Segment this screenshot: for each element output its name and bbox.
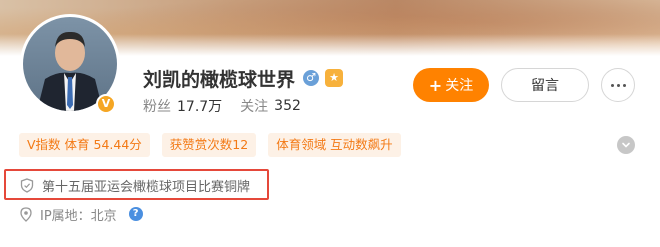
level-badge-icon[interactable]: ★ bbox=[325, 69, 344, 87]
help-icon[interactable]: ? bbox=[128, 207, 143, 221]
location-pin-icon bbox=[20, 206, 32, 222]
honor-text: 第十五届亚运会橄榄球项目比赛铜牌 bbox=[42, 179, 251, 195]
more-dot-icon bbox=[610, 83, 614, 87]
message-button[interactable]: 留言 bbox=[501, 68, 589, 102]
verified-badge-icon: V bbox=[96, 94, 116, 114]
message-button-label: 留言 bbox=[531, 78, 559, 94]
following-label[interactable]: 关注 bbox=[240, 96, 268, 116]
tag-v-index[interactable]: V指数 体育 54.44分 bbox=[19, 133, 150, 157]
tag-tips-count[interactable]: 获赞赏次数12 bbox=[161, 133, 257, 157]
more-options-button[interactable] bbox=[601, 68, 635, 102]
follow-button-label: 关注 bbox=[445, 78, 474, 94]
more-dot-icon bbox=[622, 83, 626, 87]
shield-icon bbox=[20, 177, 34, 193]
ip-location-text: IP属地：北京 bbox=[40, 208, 117, 224]
honor-row: 第十五届亚运会橄榄球项目比赛铜牌 bbox=[20, 176, 251, 195]
male-icon: ♂ bbox=[303, 70, 320, 86]
following-count[interactable]: 352 bbox=[274, 98, 301, 114]
fans-count[interactable]: 17.7万 bbox=[177, 96, 222, 116]
follow-button[interactable]: + 关注 bbox=[413, 68, 489, 102]
ip-location-row: IP属地：北京 ? bbox=[20, 205, 143, 224]
profile-name: 刘凯的橄榄球世界 bbox=[143, 69, 296, 91]
fans-label[interactable]: 粉丝 bbox=[143, 96, 171, 116]
profile-tags: V指数 体育 54.44分 获赞赏次数12 体育领域 互动数飙升 bbox=[19, 133, 401, 157]
profile-stats: 粉丝 17.7万 关注 352 bbox=[143, 96, 301, 116]
more-dot-icon bbox=[616, 83, 620, 87]
tag-domain-trend[interactable]: 体育领域 互动数飙升 bbox=[268, 133, 401, 157]
profile-name-row: 刘凯的橄榄球世界 ♂ ★ bbox=[143, 66, 344, 91]
plus-icon: + bbox=[428, 75, 443, 95]
chevron-down-icon[interactable] bbox=[617, 136, 635, 154]
